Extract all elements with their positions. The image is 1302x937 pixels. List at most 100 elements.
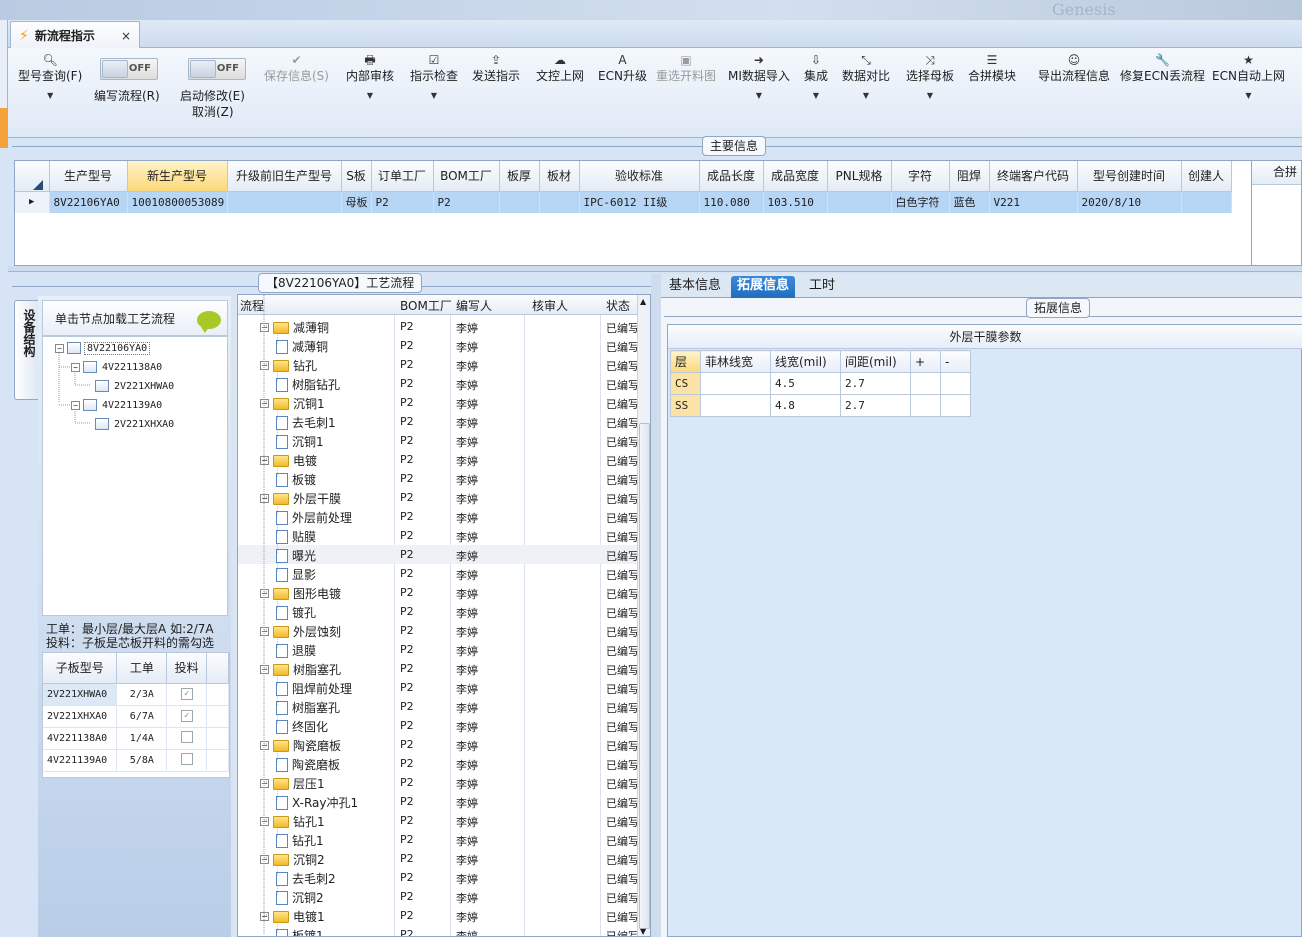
table-cell[interactable]: 10010800053089	[127, 191, 228, 213]
col-header[interactable]: S板	[341, 161, 372, 192]
ribbon-button[interactable]: ✔ 保存信息(S)	[264, 52, 329, 84]
vertical-scrollbar[interactable]: ▲ ▼	[637, 295, 650, 936]
col-header[interactable]: 核审人	[532, 297, 568, 314]
col-header[interactable]: 板材	[539, 161, 580, 192]
table-row[interactable]: CS 4.5 2.7	[670, 372, 971, 395]
process-row[interactable]: − 钻孔 P2 李婷 已编写	[238, 355, 639, 374]
process-row[interactable]: − 钻孔1 P2 李婷 已编写	[238, 811, 639, 830]
col-header[interactable]: 线宽(mil)	[770, 350, 841, 373]
table-cell[interactable]: 白色字符	[891, 191, 950, 213]
table-row[interactable]: 4V221139A0 5/8A	[43, 749, 229, 772]
query-model-button[interactable]: 🔍︎ 型号查询(F) ▼	[18, 52, 82, 106]
col-header[interactable]: BOM工厂	[433, 161, 500, 192]
cancel-modify-label[interactable]: 取消(Z)	[192, 104, 234, 120]
table-cell[interactable]	[700, 372, 771, 395]
col-header[interactable]: 成品宽度	[763, 161, 828, 192]
table-cell[interactable]	[940, 394, 971, 417]
tree-node[interactable]: 2V221XHXA0	[95, 416, 176, 432]
table-cell[interactable]: 110.080	[699, 191, 764, 213]
process-row[interactable]: 外层前处理 P2 李婷 已编写	[238, 507, 639, 526]
table-cell[interactable]	[827, 191, 892, 213]
table-row[interactable]: 2V221XHXA0 6/7A ✓	[43, 705, 229, 728]
process-row[interactable]: 曝光 P2 李婷 已编写	[238, 545, 639, 564]
table-cell[interactable]	[940, 372, 971, 395]
col-header[interactable]: 升级前旧生产型号	[227, 161, 342, 192]
col-header[interactable]: PNL规格	[827, 161, 892, 192]
ribbon-button[interactable]: A ECN升级	[598, 52, 647, 84]
tab-basic-info[interactable]: 基本信息	[663, 276, 727, 298]
table-row[interactable]: 4V221138A0 1/4A	[43, 727, 229, 750]
col-header[interactable]: 投料	[166, 653, 208, 684]
process-row[interactable]: − 沉铜2 P2 李婷 已编写	[238, 849, 639, 868]
col-header[interactable]: 型号创建时间	[1077, 161, 1182, 192]
horizontal-splitter[interactable]	[8, 266, 1302, 272]
close-icon[interactable]: ×	[121, 29, 131, 43]
process-row[interactable]: − 电镀1 P2 李婷 已编写	[238, 906, 639, 925]
col-header[interactable]: 工单	[116, 653, 168, 684]
table-cell[interactable]	[910, 372, 941, 395]
start-modify-toggle[interactable]: OFF	[188, 58, 246, 80]
process-row[interactable]: 退膜 P2 李婷 已编写	[238, 640, 639, 659]
col-header[interactable]: 生产型号	[49, 161, 128, 192]
table-cell[interactable]: IPC-6012 II级	[579, 191, 700, 213]
process-row[interactable]: 板镀 P2 李婷 已编写	[238, 469, 639, 488]
col-header[interactable]: 编写人	[456, 297, 492, 314]
process-row[interactable]: 贴膜 P2 李婷 已编写	[238, 526, 639, 545]
process-row[interactable]: − 树脂塞孔 P2 李婷 已编写	[238, 659, 639, 678]
process-row[interactable]: 钻孔1 P2 李婷 已编写	[238, 830, 639, 849]
table-cell[interactable]: 103.510	[763, 191, 828, 213]
ribbon-button[interactable]: ▣ 重选开料图	[656, 52, 716, 84]
ribbon-button[interactable]: ⤡ 数据对比 ▼	[842, 52, 890, 106]
col-header[interactable]: 成品长度	[699, 161, 764, 192]
tab-work-hours[interactable]: 工时	[803, 276, 841, 298]
table-cell[interactable]: 8V22106YA0	[49, 191, 128, 213]
device-structure-tab[interactable]: 设备结构	[14, 300, 38, 400]
tree-node[interactable]: −4V221138A0	[71, 359, 164, 375]
table-row[interactable]: 2V221XHWA0 2/3A ✓	[43, 683, 229, 706]
checkbox-cell[interactable]: ✓	[166, 705, 208, 728]
process-row[interactable]: 板镀1 P2 李婷 已编写	[238, 925, 639, 936]
ribbon-button[interactable]: ⤨ 选择母板 ▼	[906, 52, 954, 106]
tree-node[interactable]: −8V22106YA0	[55, 340, 151, 356]
process-row[interactable]: − 层压1 P2 李婷 已编写	[238, 773, 639, 792]
process-row[interactable]: 去毛刺2 P2 李婷 已编写	[238, 868, 639, 887]
process-row[interactable]: 树脂塞孔 P2 李婷 已编写	[238, 697, 639, 716]
table-cell[interactable]	[499, 191, 540, 213]
process-row[interactable]: − 图形电镀 P2 李婷 已编写	[238, 583, 639, 602]
col-header[interactable]: 间距(mil)	[840, 350, 911, 373]
table-cell[interactable]: 蓝色	[949, 191, 990, 213]
write-flow-toggle[interactable]: OFF	[100, 58, 158, 80]
middle-splitter[interactable]	[651, 274, 661, 937]
process-row[interactable]: 减薄铜 P2 李婷 已编写	[238, 336, 639, 355]
table-cell[interactable]: 2.7	[840, 372, 911, 395]
checkbox[interactable]	[180, 730, 193, 743]
col-header[interactable]: 创建人	[1181, 161, 1232, 192]
table-row[interactable]: ▶ 8V22106YA0 10010800053089 母板 P2 P2 IPC-6012 …	[15, 191, 1232, 213]
col-header[interactable]: 订单工厂	[371, 161, 434, 192]
table-cell[interactable]	[227, 191, 342, 213]
tree-node[interactable]: 2V221XHWA0	[95, 378, 176, 394]
table-cell[interactable]: V221	[989, 191, 1078, 213]
process-row[interactable]: − 陶瓷磨板 P2 李婷 已编写	[238, 735, 639, 754]
table-cell[interactable]	[910, 394, 941, 417]
ribbon-button[interactable]: ☺ 导出流程信息	[1038, 52, 1110, 84]
process-row[interactable]: 树脂钻孔 P2 李婷 已编写	[238, 374, 639, 393]
checkbox-cell[interactable]	[166, 727, 208, 750]
process-row[interactable]: X-Ray冲孔1 P2 李婷 已编写	[238, 792, 639, 811]
scroll-up-icon[interactable]: ▲	[640, 297, 646, 306]
ribbon-button[interactable]: 🔧 修复ECN丢流程	[1120, 52, 1205, 84]
col-header[interactable]: 阻焊	[949, 161, 990, 192]
col-header[interactable]: BOM工厂	[400, 297, 452, 314]
ribbon-button[interactable]: 🖶 内部审核 ▼	[346, 52, 394, 106]
table-cell[interactable]: 4.5	[770, 372, 841, 395]
col-header[interactable]: 层	[670, 350, 701, 373]
ribbon-button[interactable]: ☰ 合拼模块	[968, 52, 1016, 84]
checkbox-cell[interactable]: ✓	[166, 683, 208, 706]
table-cell[interactable]: 4.8	[770, 394, 841, 417]
checkbox[interactable]	[180, 752, 193, 765]
ribbon-button[interactable]: ☑ 指示检查 ▼	[410, 52, 458, 106]
col-header[interactable]: 终端客户代码	[989, 161, 1078, 192]
table-row[interactable]: SS 4.8 2.7	[670, 394, 971, 417]
ribbon-button[interactable]: ☁ 文控上网	[536, 52, 584, 84]
table-cell[interactable]: 2.7	[840, 394, 911, 417]
